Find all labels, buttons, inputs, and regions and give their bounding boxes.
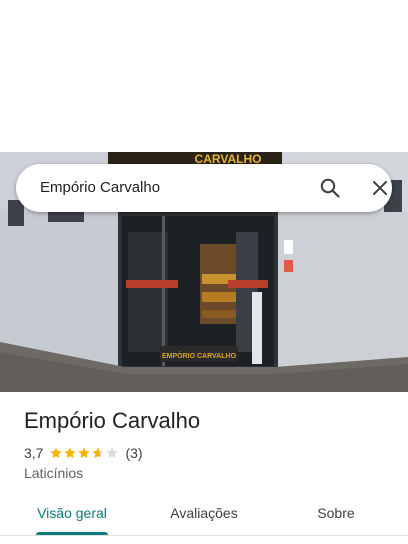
- rating-row[interactable]: 3,7 (3): [24, 444, 143, 462]
- star-icon: [64, 447, 77, 458]
- rating-stars: [49, 446, 119, 460]
- search-bar[interactable]: Empório Carvalho: [16, 164, 392, 212]
- star-icon: [106, 447, 119, 458]
- tabs-divider: [0, 535, 408, 536]
- star-icon: [50, 447, 63, 458]
- map-blank-area: [0, 0, 408, 152]
- close-icon[interactable]: [368, 176, 392, 200]
- rating-value: 3,7: [24, 445, 44, 461]
- search-icon[interactable]: [318, 176, 342, 200]
- place-tabs: Visão geral Avaliações Sobre: [0, 496, 408, 536]
- star-icon: [92, 447, 105, 458]
- review-count[interactable]: (3): [125, 445, 142, 461]
- star-icon: [78, 447, 91, 458]
- place-title: Empório Carvalho: [24, 408, 201, 433]
- tab-reviews[interactable]: Avaliações: [156, 496, 252, 534]
- doormat-text: EMPÓRIO CARVALHO: [162, 351, 237, 360]
- tab-overview[interactable]: Visão geral: [24, 496, 120, 534]
- place-category[interactable]: Laticínios: [24, 465, 83, 481]
- tab-about[interactable]: Sobre: [288, 496, 384, 534]
- search-input[interactable]: Empório Carvalho: [40, 179, 160, 196]
